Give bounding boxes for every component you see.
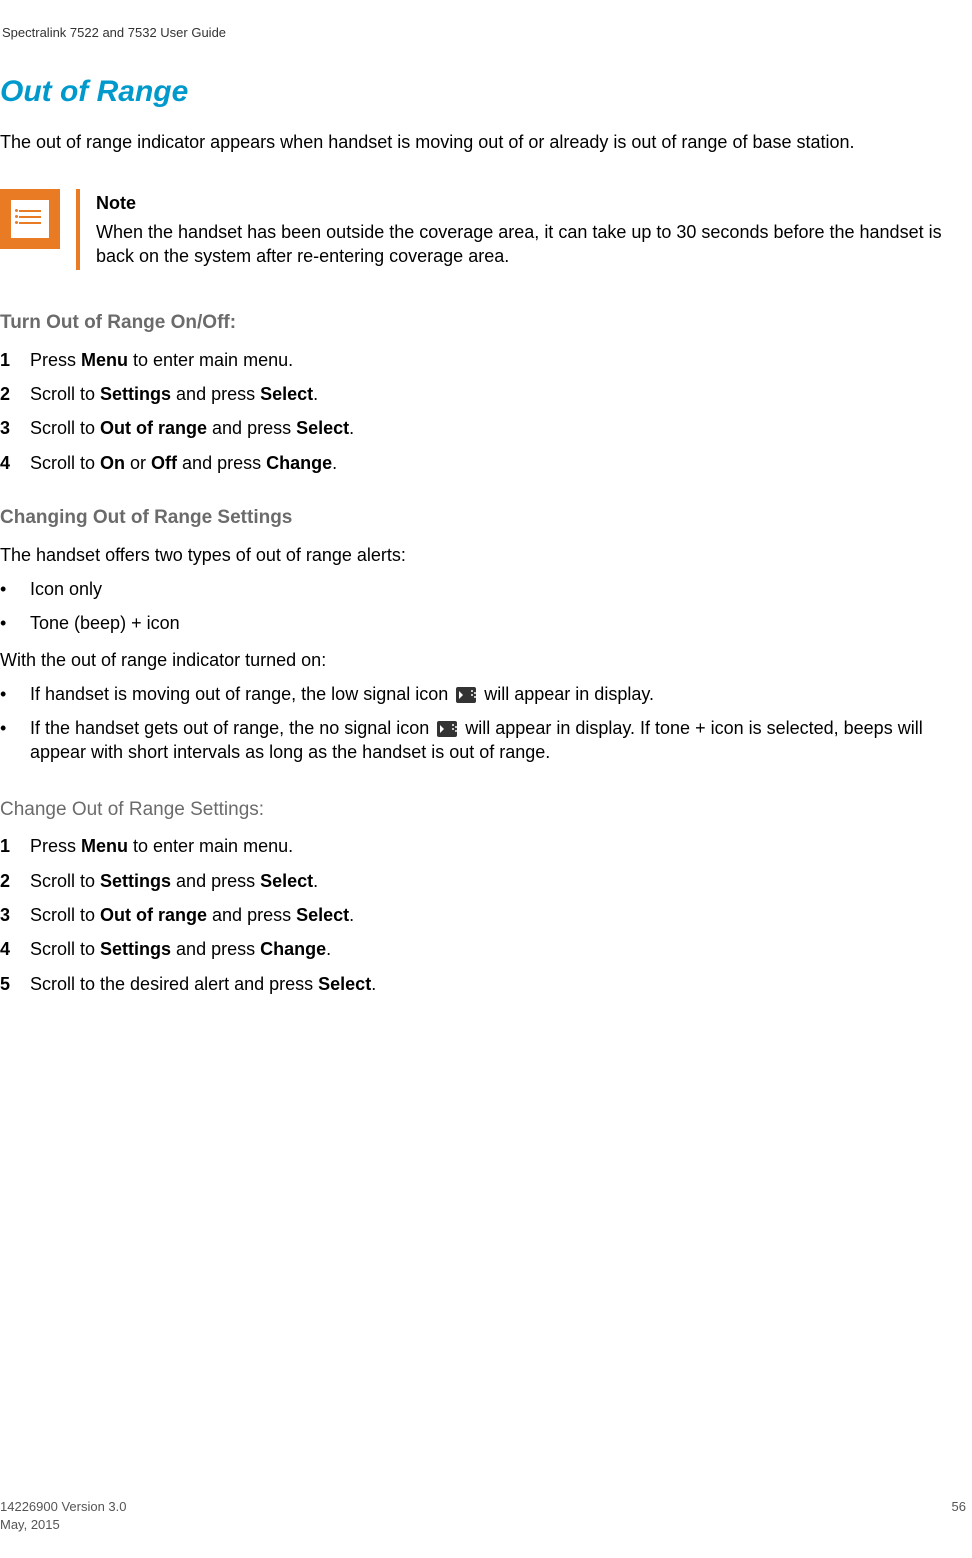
- step-number: 4: [0, 451, 30, 475]
- list-item: 5 Scroll to the desired alert and press …: [0, 972, 972, 996]
- indicator-behavior-list: • If handset is moving out of range, the…: [0, 682, 972, 765]
- bullet-icon: •: [0, 611, 30, 635]
- list-item: 1 Press Menu to enter main menu.: [0, 348, 972, 372]
- no-signal-icon: [437, 721, 457, 737]
- step-text: Scroll to On or Off and press Change.: [30, 451, 337, 475]
- step-text: Scroll to the desired alert and press Se…: [30, 972, 376, 996]
- step-text: Press Menu to enter main menu.: [30, 834, 293, 858]
- section-intro: The out of range indicator appears when …: [0, 130, 972, 154]
- step-text: Scroll to Out of range and press Select.: [30, 416, 354, 440]
- document-footer: 14226900 Version 3.0 May, 2015 56: [0, 1498, 972, 1534]
- list-item: • If the handset gets out of range, the …: [0, 716, 972, 765]
- paragraph: With the out of range indicator turned o…: [0, 648, 972, 672]
- list-item: 4 Scroll to Settings and press Change.: [0, 937, 972, 961]
- bullet-text: If the handset gets out of range, the no…: [30, 716, 972, 765]
- step-text: Scroll to Settings and press Select.: [30, 382, 318, 406]
- note-icon: [0, 189, 60, 249]
- list-item: • Icon only: [0, 577, 972, 601]
- step-number: 2: [0, 382, 30, 406]
- step-number: 5: [0, 972, 30, 996]
- step-text: Scroll to Out of range and press Select.: [30, 903, 354, 927]
- step-number: 1: [0, 348, 30, 372]
- list-item: 3 Scroll to Out of range and press Selec…: [0, 416, 972, 440]
- bullet-icon: •: [0, 716, 30, 765]
- list-item: • If handset is moving out of range, the…: [0, 682, 972, 706]
- footer-date: May, 2015: [0, 1516, 127, 1534]
- note-body: When the handset has been outside the co…: [96, 220, 972, 269]
- list-item: 2 Scroll to Settings and press Select.: [0, 869, 972, 893]
- list-item: • Tone (beep) + icon: [0, 611, 972, 635]
- list-item: 4 Scroll to On or Off and press Change.: [0, 451, 972, 475]
- bullet-text: If handset is moving out of range, the l…: [30, 682, 654, 706]
- subsection-changing-settings-title: Changing Out of Range Settings: [0, 505, 972, 531]
- list-item: 2 Scroll to Settings and press Select.: [0, 382, 972, 406]
- step-text: Press Menu to enter main menu.: [30, 348, 293, 372]
- step-text: Scroll to Settings and press Select.: [30, 869, 318, 893]
- bullet-icon: •: [0, 682, 30, 706]
- note-callout: Note When the handset has been outside t…: [0, 189, 972, 270]
- step-number: 4: [0, 937, 30, 961]
- alert-types-list: • Icon only • Tone (beep) + icon: [0, 577, 972, 636]
- turn-onoff-steps: 1 Press Menu to enter main menu. 2 Scrol…: [0, 348, 972, 475]
- step-number: 3: [0, 903, 30, 927]
- bullet-icon: •: [0, 577, 30, 601]
- subsection-turn-onoff-title: Turn Out of Range On/Off:: [0, 310, 972, 336]
- page-number: 56: [952, 1498, 966, 1534]
- list-item: 3 Scroll to Out of range and press Selec…: [0, 903, 972, 927]
- subsection-change-settings-title: Change Out of Range Settings:: [0, 797, 972, 823]
- footer-docnum: 14226900 Version 3.0: [0, 1498, 127, 1516]
- step-number: 3: [0, 416, 30, 440]
- section-title: Out of Range: [0, 72, 972, 113]
- bullet-text: Tone (beep) + icon: [30, 611, 180, 635]
- list-item: 1 Press Menu to enter main menu.: [0, 834, 972, 858]
- note-title: Note: [96, 191, 972, 215]
- step-number: 2: [0, 869, 30, 893]
- change-settings-steps: 1 Press Menu to enter main menu. 2 Scrol…: [0, 834, 972, 995]
- note-content: Note When the handset has been outside t…: [76, 189, 972, 270]
- paragraph: The handset offers two types of out of r…: [0, 543, 972, 567]
- low-signal-icon: [456, 687, 476, 703]
- step-number: 1: [0, 834, 30, 858]
- document-header: Spectralink 7522 and 7532 User Guide: [0, 24, 972, 42]
- bullet-text: Icon only: [30, 577, 102, 601]
- step-text: Scroll to Settings and press Change.: [30, 937, 331, 961]
